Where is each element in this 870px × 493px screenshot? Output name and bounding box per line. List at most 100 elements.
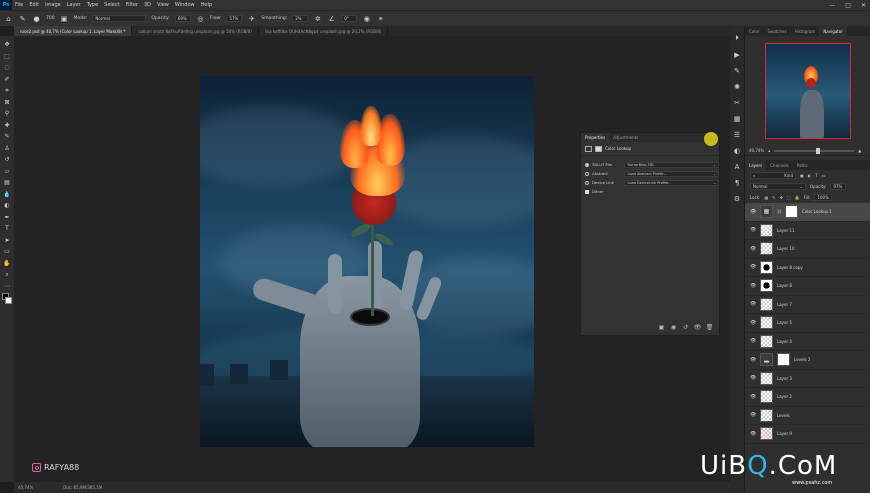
layer-row[interactable]: 👁 Layer 9	[745, 425, 870, 444]
layer-row[interactable]: 👁 ▂ Levels 2	[745, 351, 870, 370]
angle-field[interactable]: 0°	[341, 15, 358, 22]
rectangle-tool-icon[interactable]: ▭	[2, 247, 12, 256]
hand-tool-icon[interactable]: ✋	[2, 259, 12, 268]
filter-shape-icon[interactable]: ▭	[822, 173, 826, 178]
mask-thumbnail[interactable]	[785, 205, 798, 219]
visibility-icon[interactable]: 👁	[694, 324, 702, 331]
home-icon[interactable]: ⌂	[4, 14, 13, 23]
zoom-slider-handle[interactable]	[816, 147, 821, 154]
lut-file-select[interactable]: HorrorBlue.3DL ⌄	[624, 161, 720, 168]
eye-icon[interactable]: 👁	[750, 283, 756, 289]
libraries-icon[interactable]: ▦	[733, 114, 742, 123]
layer-row[interactable]: 👁 Layer 8 copy	[745, 259, 870, 277]
lock-all-icon[interactable]: 🔒	[795, 195, 800, 200]
layer-row[interactable]: 👁 Layer 8	[745, 277, 870, 296]
menu-window[interactable]: Window	[172, 2, 198, 8]
layer-row[interactable]: 👁 Layer 3	[745, 370, 870, 388]
actions-icon[interactable]: ▶	[733, 50, 742, 59]
device-link-radio[interactable]	[585, 180, 589, 185]
opacity-field[interactable]: 69%	[174, 15, 191, 22]
marquee-tool-icon[interactable]: ⬚	[2, 52, 12, 61]
menu-edit[interactable]: Edit	[26, 2, 42, 8]
background-color[interactable]	[5, 297, 12, 304]
healing-brush-tool-icon[interactable]: ✚	[2, 121, 12, 130]
menu-image[interactable]: Image	[42, 2, 64, 8]
pressure-opacity-icon[interactable]: ◎	[196, 14, 205, 23]
lock-pixels-icon[interactable]: ▦	[764, 195, 768, 200]
path-select-tool-icon[interactable]: ➤	[2, 236, 12, 245]
mask-thumbnail[interactable]	[777, 353, 790, 367]
tab-callum-smith[interactable]: callum smith 8dFhuR0e0sg unsplash.jpg @ …	[132, 26, 259, 36]
layer-fill-field[interactable]: 100%	[814, 194, 833, 201]
eye-icon[interactable]: 👁	[750, 338, 756, 344]
pen-tool-icon[interactable]: ✒	[2, 213, 12, 222]
layer-row[interactable]: 👁 Layer 10	[745, 240, 870, 259]
menu-filter[interactable]: Filter	[123, 2, 141, 8]
clone-stamp-tool-icon[interactable]: ♙	[2, 144, 12, 153]
history-brush-tool-icon[interactable]: ↺	[2, 155, 12, 164]
clone-source-icon[interactable]: ✂	[733, 98, 742, 107]
close-button[interactable]: ✕	[861, 2, 866, 9]
menu-layer[interactable]: Layer	[64, 2, 84, 8]
tab-adjustments[interactable]: Adjustments	[609, 133, 642, 142]
layer-opacity-field[interactable]: 97%	[830, 183, 847, 190]
crop-tool-icon[interactable]: ⌗	[2, 86, 12, 95]
abstract-select[interactable]: Load Abstract Profile... ⌄	[624, 170, 720, 177]
navigator-thumbnail[interactable]	[764, 43, 851, 139]
navigator-zoom-value[interactable]: 40,74%	[749, 148, 764, 153]
tab-swatches[interactable]: Swatches	[763, 26, 790, 36]
styles-icon[interactable]: ◐	[733, 146, 742, 155]
eye-icon[interactable]: 👁	[750, 375, 756, 381]
adjustments-icon[interactable]: ☰	[733, 130, 742, 139]
eyedropper-tool-icon[interactable]: ⚲	[2, 109, 12, 118]
menu-view[interactable]: View	[154, 2, 172, 8]
lasso-tool-icon[interactable]: ◌	[2, 63, 12, 72]
pressure-size-icon[interactable]: ◉	[362, 14, 371, 23]
gear-icon[interactable]: ✲	[313, 14, 322, 23]
move-tool-icon[interactable]: ✥	[2, 40, 12, 49]
tab-rose2[interactable]: rose2.psd @ 40,7% (Color Lookup 1, Layer…	[14, 26, 133, 36]
tab-histogram[interactable]: Histogram	[791, 26, 820, 36]
navigator-preview[interactable]	[745, 36, 870, 146]
color-swatches[interactable]	[2, 293, 12, 305]
brush-preset-icon[interactable]: ●	[32, 14, 41, 23]
layer-row[interactable]: 👁 Layer 2	[745, 388, 870, 407]
kind-filter-select[interactable]: ⌕ Kind	[750, 172, 796, 179]
eye-icon[interactable]: 👁	[750, 246, 756, 252]
character-icon[interactable]: A	[733, 162, 742, 171]
tab-navigator[interactable]: Navigator	[819, 26, 847, 36]
filter-adjustment-icon[interactable]: ◐	[808, 173, 812, 178]
lock-artboard-icon[interactable]: ⬚	[787, 195, 791, 200]
eye-icon[interactable]: 👁	[750, 227, 756, 233]
maximize-button[interactable]: □	[845, 2, 851, 9]
blend-mode-select[interactable]: Normal ⌄	[750, 183, 806, 190]
zoom-slider[interactable]	[774, 147, 855, 154]
layer-row[interactable]: 👁 Layer 11	[745, 222, 870, 240]
brushes-icon[interactable]: ✺	[733, 82, 742, 91]
dither-checkbox[interactable]	[585, 189, 589, 194]
symmetry-icon[interactable]: ⚭	[376, 14, 385, 23]
eye-icon[interactable]: 👁	[750, 209, 756, 215]
link-icon[interactable]: ⛓	[777, 209, 782, 214]
eye-icon[interactable]: 👁	[750, 301, 756, 307]
layer-mask-icon[interactable]	[595, 145, 602, 152]
menu-help[interactable]: Help	[198, 2, 215, 8]
airbrush-icon[interactable]: ✈	[247, 14, 256, 23]
eye-icon[interactable]: 👁	[750, 264, 756, 270]
paragraph-icon[interactable]: ¶	[733, 178, 742, 187]
quick-select-tool-icon[interactable]: ✐	[2, 75, 12, 84]
eye-icon[interactable]: 👁	[750, 431, 756, 437]
tab-properties[interactable]: Properties	[581, 133, 610, 142]
abstract-radio[interactable]	[585, 171, 589, 176]
layer-row[interactable]: 👁 Layer 7	[745, 296, 870, 314]
filter-type-icon[interactable]: T	[815, 173, 817, 178]
zoom-out-icon[interactable]: ▴	[768, 148, 770, 153]
view-previous-icon[interactable]: ◉	[670, 324, 677, 331]
minimize-button[interactable]: —	[829, 2, 835, 9]
lock-position-icon[interactable]: ✥	[780, 195, 783, 200]
filter-pixel-icon[interactable]: ▣	[800, 173, 804, 178]
layer-row[interactable]: 👁 Levels	[745, 407, 870, 425]
clip-to-layer-icon[interactable]: ▣	[658, 324, 665, 331]
layer-row[interactable]: 👁 ▦ ⛓ Color Lookup 1	[745, 203, 870, 222]
brush-settings-icon[interactable]: ✎	[733, 66, 742, 75]
